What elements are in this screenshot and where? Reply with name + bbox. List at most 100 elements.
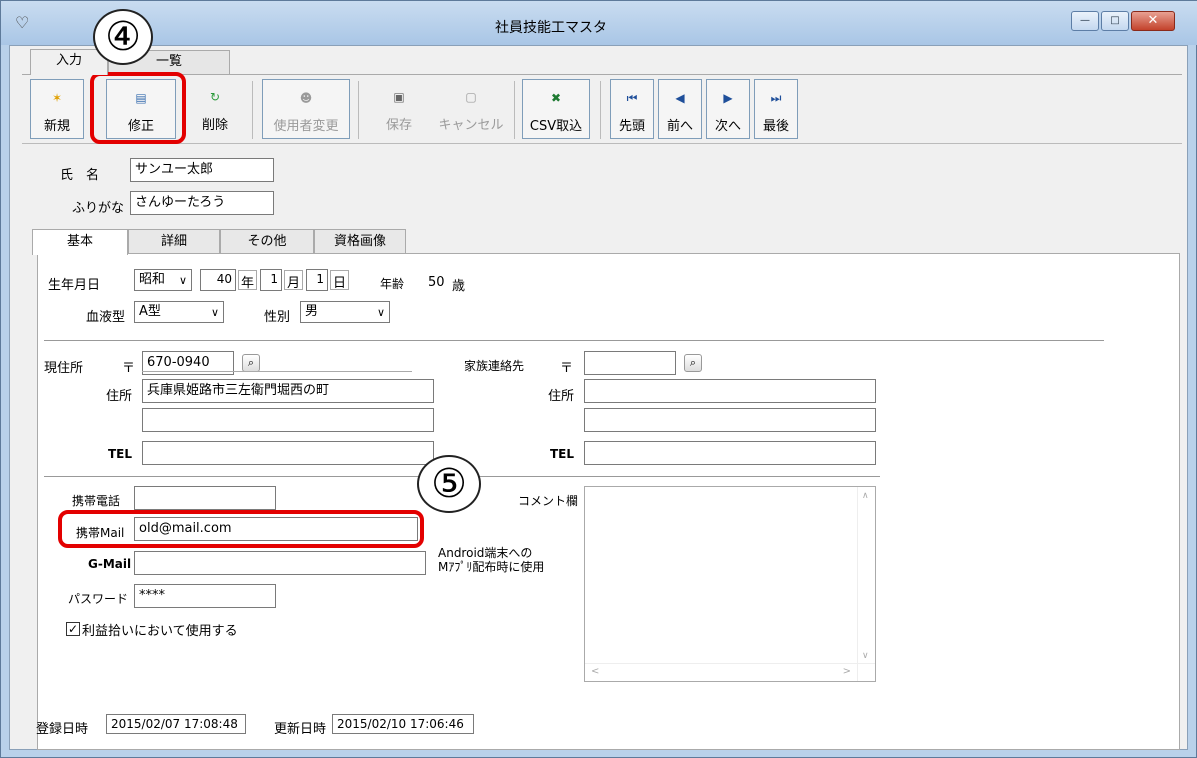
step4-marker: ④: [93, 9, 153, 65]
chevron-down-icon: ∨: [178, 274, 187, 287]
change-user-label: 使用者変更: [273, 119, 339, 134]
day-unit: 日: [330, 270, 350, 291]
step4-highlight: [90, 72, 186, 144]
new-label: 新規: [43, 119, 70, 134]
family-address-line2-field[interactable]: [584, 408, 876, 432]
family-postal-mark: 〒: [560, 361, 574, 376]
save-label: 保存: [385, 118, 412, 133]
address-label: 住所: [106, 389, 133, 404]
delete-button[interactable]: ↻ 削除: [188, 79, 242, 139]
family-address-search-icon[interactable]: ⌕: [684, 354, 702, 372]
step5-marker: ⑤: [417, 455, 481, 513]
chevron-down-icon: ∨: [376, 306, 385, 319]
tel-label: TEL: [108, 447, 133, 461]
gmail-field[interactable]: [134, 551, 426, 575]
next-icon: ▶: [723, 91, 733, 105]
new-document-icon: ✶: [51, 91, 63, 105]
birth-year-field[interactable]: 40: [200, 269, 236, 291]
family-tel-field[interactable]: [584, 441, 876, 465]
furigana-field[interactable]: さんゆーたろう: [130, 191, 274, 215]
toolbar-separator: [514, 81, 515, 139]
gender-select[interactable]: 男 ∨: [300, 301, 390, 323]
new-button[interactable]: ✶ 新規: [30, 79, 84, 139]
delete-icon: ↻: [209, 90, 221, 104]
first-record-button[interactable]: ⏮ 先頭: [610, 79, 654, 139]
address-line2-field[interactable]: [142, 408, 434, 432]
furigana-label: ふりがな: [72, 201, 125, 216]
close-button[interactable]: ✕: [1131, 11, 1175, 31]
name-field[interactable]: サンユー太郎: [130, 158, 274, 182]
first-icon: ⏮: [626, 91, 638, 105]
toolbar-separator: [600, 81, 601, 139]
title-bar[interactable]: ♡ 社員技能工マスタ — □ ✕: [1, 1, 1197, 45]
tab-detail[interactable]: 詳細: [128, 229, 220, 255]
tab-input[interactable]: 入力: [30, 49, 108, 75]
prev-icon: ◀: [675, 91, 685, 105]
era-select[interactable]: 昭和 ∨: [134, 269, 192, 291]
address-search-icon[interactable]: ⌕: [242, 354, 260, 372]
era-value: 昭和: [139, 272, 166, 287]
first-label: 先頭: [618, 119, 645, 134]
horizontal-scrollbar[interactable]: < >: [585, 663, 875, 681]
scroll-left-icon[interactable]: <: [591, 666, 599, 677]
next-record-button[interactable]: ▶ 次へ: [706, 79, 750, 139]
tab-basic[interactable]: 基本: [32, 229, 128, 255]
tab-qualification-image[interactable]: 資格画像: [314, 229, 406, 255]
family-address-label: 住所: [548, 389, 575, 404]
minimize-button[interactable]: —: [1071, 11, 1099, 31]
prev-record-button[interactable]: ◀ 前へ: [658, 79, 702, 139]
mobile-phone-label: 携帯電話: [72, 494, 121, 508]
family-tel-label: TEL: [550, 447, 575, 461]
csv-import-label: CSV取込: [529, 119, 583, 134]
updated-label: 更新日時: [274, 722, 327, 737]
blood-type-value: A型: [139, 304, 161, 319]
current-address-label: 現住所: [44, 361, 84, 376]
cancel-button[interactable]: ▢ キャンセル: [434, 79, 508, 139]
family-address-field[interactable]: [584, 379, 876, 403]
toolbar-separator: [252, 81, 253, 139]
postal-mark: 〒: [122, 361, 136, 376]
year-unit: 年: [238, 270, 258, 291]
chevron-down-icon: ∨: [210, 306, 219, 319]
save-button[interactable]: ▣ 保存: [368, 79, 430, 139]
address-field[interactable]: 兵庫県姫路市三左衛門堀西の町: [142, 379, 434, 403]
registered-datetime: 2015/02/07 17:08:48: [106, 714, 246, 734]
excel-icon: ✖: [550, 91, 562, 105]
step5-highlight: [58, 510, 424, 548]
scroll-right-icon[interactable]: >: [843, 666, 851, 677]
scroll-up-icon[interactable]: ∧: [862, 491, 869, 501]
maximize-button[interactable]: □: [1101, 11, 1129, 31]
comment-textarea[interactable]: ∧ ∨ < >: [584, 486, 876, 682]
age-value: 50: [428, 275, 445, 290]
csv-import-button[interactable]: ✖ CSV取込: [522, 79, 590, 139]
change-user-button[interactable]: ☻ 使用者変更: [262, 79, 350, 139]
tel-field[interactable]: [142, 441, 434, 465]
birth-day-field[interactable]: 1: [306, 269, 328, 291]
window-title: 社員技能工マスタ: [495, 20, 607, 36]
profit-checkbox[interactable]: ✓: [66, 622, 80, 636]
delete-label: 削除: [201, 118, 228, 133]
last-icon: ⏭: [770, 91, 782, 105]
section-divider: [44, 340, 1104, 341]
gender-value: 男: [305, 304, 319, 319]
birth-month-field[interactable]: 1: [260, 269, 282, 291]
cancel-icon: ▢: [465, 90, 477, 104]
tab-other[interactable]: その他: [220, 229, 314, 255]
cancel-label: キャンセル: [438, 118, 504, 133]
scroll-down-icon[interactable]: ∨: [862, 651, 869, 661]
last-record-button[interactable]: ⏭ 最後: [754, 79, 798, 139]
toolbar-divider: [22, 143, 1182, 144]
birth-date-label: 生年月日: [48, 278, 101, 293]
password-field[interactable]: ****: [134, 584, 276, 608]
family-postal-field[interactable]: [584, 351, 676, 375]
vertical-scrollbar[interactable]: ∧ ∨: [857, 487, 875, 681]
month-unit: 月: [284, 270, 304, 291]
name-label: 氏 名: [60, 168, 100, 183]
gmail-note-line2: Mｱﾌﾟﾘ配布時に使用: [438, 560, 545, 574]
family-contact-label: 家族連絡先: [464, 359, 525, 373]
mobile-phone-field[interactable]: [134, 486, 276, 510]
blood-type-select[interactable]: A型 ∨: [134, 301, 224, 323]
application-window: ♡ 社員技能工マスタ — □ ✕ 入力 一覧 ✶ 新規 ▤ 修正 ↻ 削除 ☻: [0, 0, 1197, 758]
users-icon: ☻: [299, 91, 313, 105]
age-unit: 歳: [452, 279, 466, 294]
